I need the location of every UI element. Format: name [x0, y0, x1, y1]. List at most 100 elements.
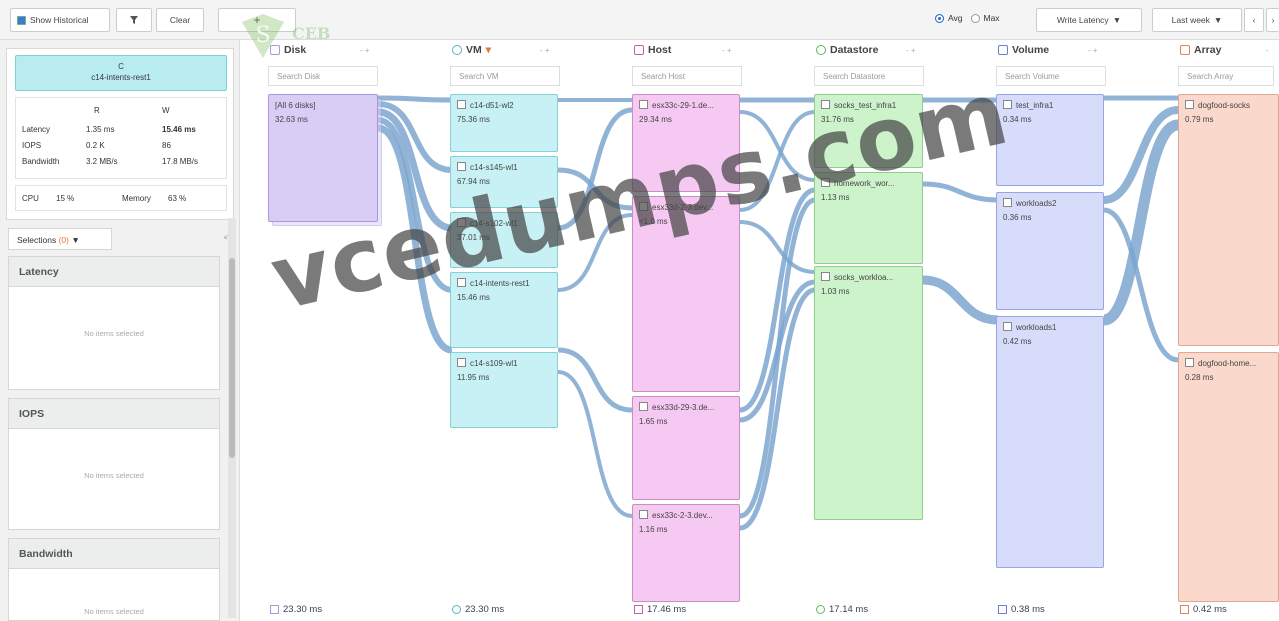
watermark-logo: S — [242, 14, 284, 58]
column-total-array: 0.42 ms — [1180, 604, 1227, 615]
node-name: test_infra1 — [1016, 101, 1054, 110]
node-value: 0.34 ms — [1003, 115, 1032, 124]
vm-icon — [452, 45, 462, 55]
host-node[interactable]: esx33d-29-3.de... 1.65 ms — [632, 396, 740, 500]
array-icon — [1180, 45, 1190, 55]
flow-link — [1103, 106, 1179, 204]
column-total-host: 17.46 ms — [634, 604, 686, 615]
column-controls[interactable]: - + — [1088, 46, 1098, 55]
node-name: esx33c-29-1.de... — [652, 101, 714, 110]
node-name: dogfood-home... — [1198, 359, 1257, 368]
node-checkbox[interactable] — [639, 100, 648, 109]
flow-link — [739, 220, 816, 274]
node-value: 0.42 ms — [1003, 337, 1032, 346]
node-value: 0.36 ms — [1003, 213, 1032, 222]
column-controls[interactable]: - + — [906, 46, 916, 55]
column-header-array[interactable]: Array — [1180, 44, 1221, 56]
flow-link — [922, 275, 999, 325]
watermark-brand: CEB — [292, 24, 331, 43]
total-value: 23.30 ms — [465, 604, 505, 615]
column-header-datastore[interactable]: Datastore — [816, 44, 878, 56]
node-value: 1.65 ms — [639, 417, 668, 426]
vm-node[interactable]: c14-d51-wl2 75.36 ms — [450, 94, 558, 152]
host-node[interactable]: esx33c-2-3.dev... 1.16 ms — [632, 504, 740, 602]
node-name: [All 6 disks] — [275, 101, 316, 110]
node-value: 0.79 ms — [1185, 115, 1214, 124]
node-value: 32.63 ms — [275, 115, 308, 124]
node-value: 15.46 ms — [457, 293, 490, 302]
search-array-input[interactable]: Search Array — [1178, 66, 1274, 86]
volume-icon — [998, 605, 1007, 614]
datastore-icon — [816, 45, 826, 55]
column-header-host[interactable]: Host — [634, 44, 671, 56]
node-checkbox[interactable] — [457, 358, 466, 367]
host-icon — [634, 605, 643, 614]
node-name: workloads2 — [1016, 199, 1057, 208]
column-header-vm[interactable]: VM ▾ — [452, 44, 491, 56]
column-controls[interactable]: - + — [722, 46, 732, 55]
column-title: VM — [466, 44, 482, 56]
column-title: Array — [1194, 44, 1222, 56]
node-checkbox[interactable] — [1003, 198, 1012, 207]
node-checkbox[interactable] — [821, 272, 830, 281]
flow-link — [739, 287, 816, 531]
column-controls[interactable]: - — [1266, 46, 1269, 55]
volume-node[interactable]: workloads2 0.36 ms — [996, 192, 1104, 310]
total-value: 17.14 ms — [829, 604, 869, 615]
node-name: c14-d51-wl2 — [470, 101, 514, 110]
vm-icon — [452, 605, 461, 614]
datastore-icon — [816, 605, 825, 614]
total-value: 0.42 ms — [1193, 604, 1227, 615]
flow-link — [922, 181, 999, 203]
node-value: 0.28 ms — [1185, 373, 1214, 382]
array-node[interactable]: dogfood-socks 0.79 ms — [1178, 94, 1279, 346]
node-value: 1.16 ms — [639, 525, 668, 534]
node-name: workloads1 — [1016, 323, 1057, 332]
total-value: 23.30 ms — [283, 604, 323, 615]
disk-icon — [270, 605, 279, 614]
search-host-input[interactable]: Search Host — [632, 66, 742, 86]
node-checkbox[interactable] — [457, 162, 466, 171]
column-header-volume[interactable]: Volume — [998, 44, 1049, 56]
node-name: dogfood-socks — [1198, 101, 1251, 110]
total-value: 0.38 ms — [1011, 604, 1045, 615]
node-name: esx33c-2-3.dev... — [652, 511, 713, 520]
datastore-node[interactable]: socks_workloa... 1.03 ms — [814, 266, 923, 520]
search-disk-input[interactable]: Search Disk — [268, 66, 378, 86]
svg-text:S: S — [255, 23, 270, 48]
search-volume-input[interactable]: Search Volume — [996, 66, 1106, 86]
column-title: Datastore — [830, 44, 879, 56]
array-icon — [1180, 605, 1189, 614]
column-title: Volume — [1012, 44, 1050, 56]
column-total-vm: 23.30 ms — [452, 604, 504, 615]
node-checkbox[interactable] — [1185, 358, 1194, 367]
volume-icon — [998, 45, 1008, 55]
array-node[interactable]: dogfood-home... 0.28 ms — [1178, 352, 1279, 602]
vm-node[interactable]: c14-s109-wl1 11.95 ms — [450, 352, 558, 428]
column-controls[interactable]: - + — [360, 46, 370, 55]
column-controls[interactable]: - + — [540, 46, 550, 55]
node-checkbox[interactable] — [457, 100, 466, 109]
flow-link — [557, 370, 633, 518]
column-total-datastore: 17.14 ms — [816, 604, 868, 615]
flow-link — [377, 95, 453, 103]
column-total-disk: 23.30 ms — [270, 604, 322, 615]
search-vm-input[interactable]: Search VM — [450, 66, 560, 86]
node-value: 11.95 ms — [457, 373, 490, 382]
node-checkbox[interactable] — [1003, 322, 1012, 331]
node-name: socks_workloa... — [834, 273, 894, 282]
node-checkbox[interactable] — [639, 510, 648, 519]
host-icon — [634, 45, 644, 55]
column-title: Host — [648, 44, 672, 56]
flow-link — [557, 347, 633, 413]
disk-node[interactable]: [All 6 disks] 32.63 ms — [268, 94, 378, 222]
node-name: c14-s145-wl1 — [470, 163, 518, 172]
node-name: c14-s109-wl1 — [470, 359, 518, 368]
node-value: 1.03 ms — [821, 287, 850, 296]
node-name: esx33d-29-3.de... — [652, 403, 715, 412]
total-value: 17.46 ms — [647, 604, 687, 615]
node-checkbox[interactable] — [639, 402, 648, 411]
volume-node[interactable]: workloads1 0.42 ms — [996, 316, 1104, 568]
node-checkbox[interactable] — [1185, 100, 1194, 109]
column-total-volume: 0.38 ms — [998, 604, 1045, 615]
